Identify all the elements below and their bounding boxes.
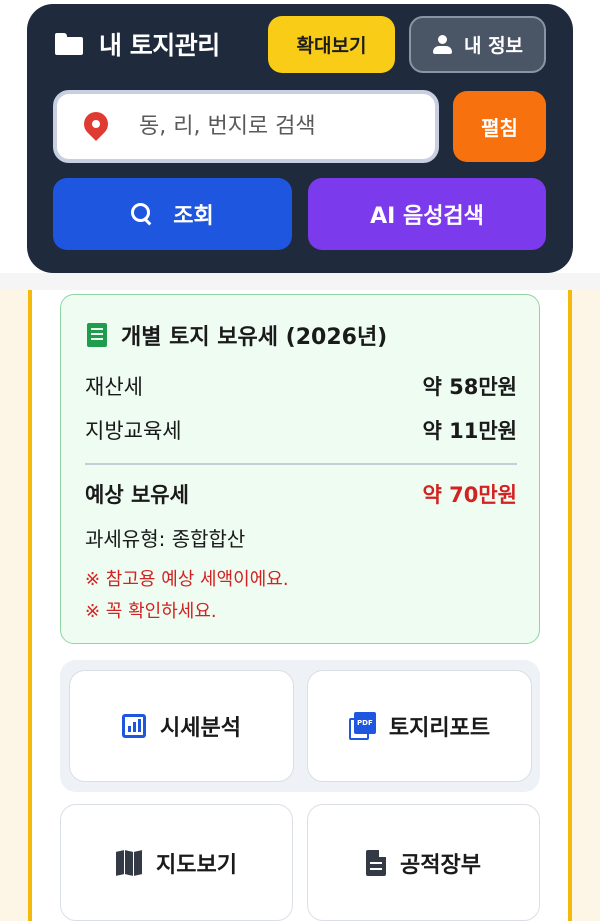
tax-title-text: 개별 토지 보유세 (2026년) xyxy=(121,325,388,350)
divider xyxy=(85,463,517,465)
tile-label: 지도보기 xyxy=(156,852,237,878)
note-confirm: ※ 꼭 확인하세요. xyxy=(85,601,217,622)
query-label: 조회 xyxy=(173,204,214,229)
chart-icon xyxy=(122,714,147,738)
public-records-button[interactable]: 공적장부 xyxy=(307,804,540,921)
my-info-label: 내 정보 xyxy=(463,35,524,57)
tax-type: 과세유형: 종합합산 xyxy=(85,527,246,551)
person-icon xyxy=(432,34,454,55)
search-header: 내 토지관리 확대보기 내 정보 펼침 조회 AI 음성검색 xyxy=(27,4,573,273)
total-label: 예상 보유세 xyxy=(85,483,189,507)
document-icon xyxy=(366,849,387,876)
land-report-button[interactable]: PDF 토지리포트 xyxy=(307,670,532,782)
tax-row-value: 약 58만원 xyxy=(422,375,518,399)
price-analysis-button[interactable]: 시세분석 xyxy=(69,670,294,782)
map-view-button[interactable]: 지도보기 xyxy=(60,804,293,921)
tile-label: 공적장부 xyxy=(400,852,481,878)
tax-row-label: 지방교육세 xyxy=(85,419,182,443)
pdf-icon: PDF xyxy=(348,712,376,740)
tax-row-property: 재산세 약 58만원 xyxy=(85,371,517,401)
tax-row-label: 재산세 xyxy=(85,375,143,399)
tile-label: 토지리포트 xyxy=(388,716,491,741)
my-info-button[interactable]: 내 정보 xyxy=(409,16,546,73)
location-pin-icon xyxy=(79,106,113,142)
map-icon xyxy=(116,849,143,876)
search-box xyxy=(53,90,439,163)
tax-row-total: 예상 보유세 약 70만원 xyxy=(85,479,517,509)
tax-row-value: 약 11만원 xyxy=(422,419,518,443)
tax-row-education: 지방교육세 약 11만원 xyxy=(85,415,517,445)
app-title-text: 내 토지관리 xyxy=(99,31,220,60)
receipt-icon xyxy=(87,323,107,347)
app-title: 내 토지관리 xyxy=(55,29,220,60)
zoom-button[interactable]: 확대보기 xyxy=(268,16,395,73)
tax-card-title: 개별 토지 보유세 (2026년) xyxy=(87,319,387,351)
folder-icon xyxy=(55,33,83,55)
unfold-button[interactable]: 펼침 xyxy=(453,91,546,162)
search-icon xyxy=(131,203,153,225)
tax-card: 개별 토지 보유세 (2026년) 재산세 약 58만원 지방교육세 약 11만… xyxy=(60,294,540,644)
search-input[interactable] xyxy=(139,114,409,139)
query-button[interactable]: 조회 xyxy=(53,178,292,250)
ai-voice-search-button[interactable]: AI 음성검색 xyxy=(308,178,546,250)
tile-label: 시세분석 xyxy=(160,716,241,741)
note-reference: ※ 참고용 예상 세액이에요. xyxy=(85,569,289,590)
section-separator xyxy=(0,273,600,290)
total-value: 약 70만원 xyxy=(422,483,518,507)
